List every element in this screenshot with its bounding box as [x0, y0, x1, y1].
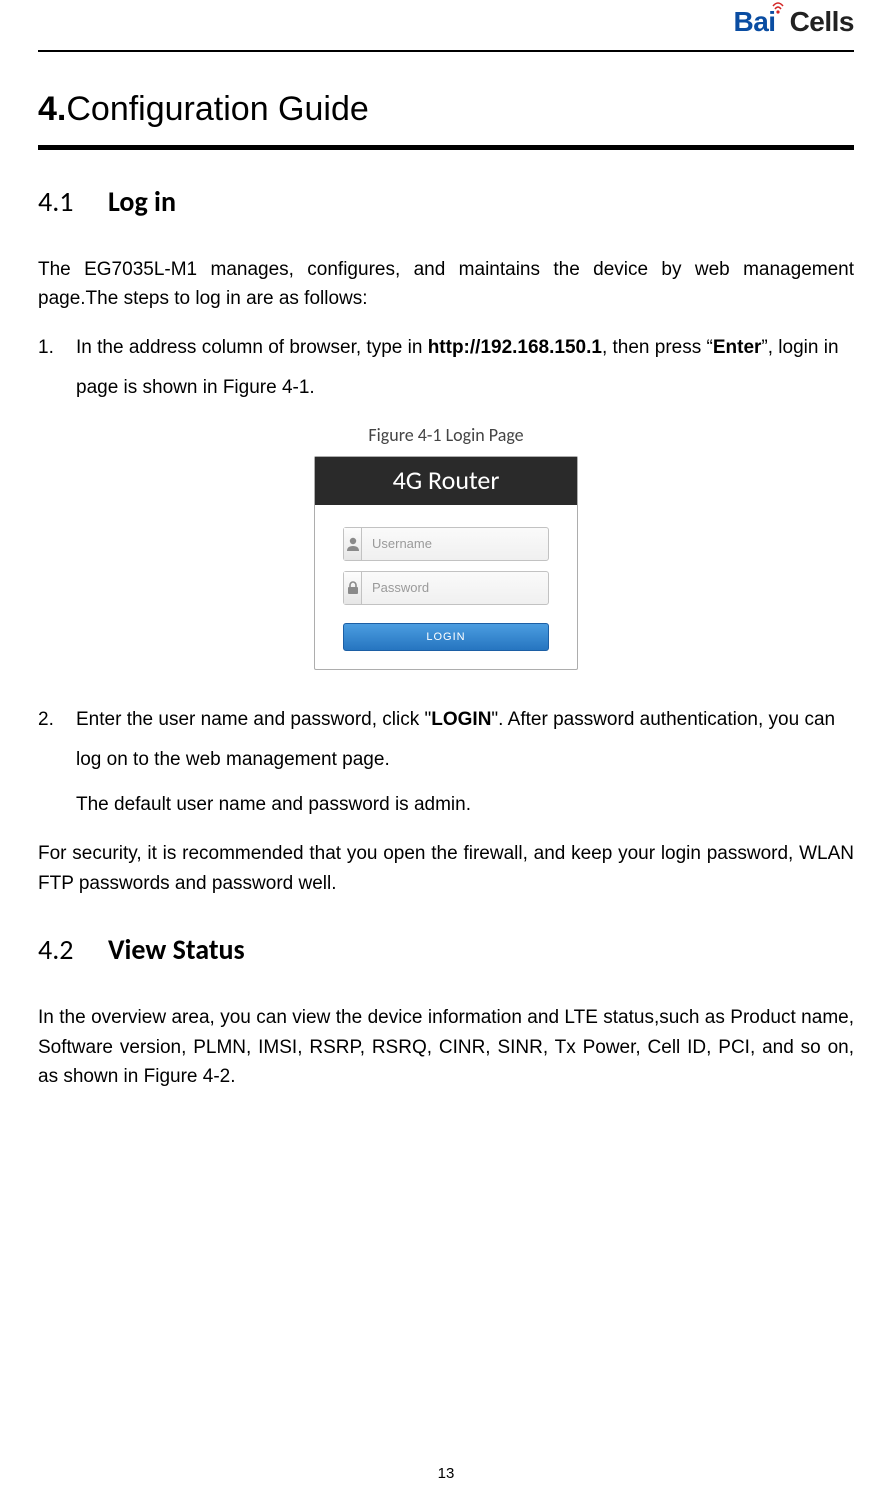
password-input[interactable]	[362, 572, 548, 604]
login-form: LOGIN	[315, 505, 577, 669]
login-button[interactable]: LOGIN	[343, 623, 549, 651]
step-text: Enter the user name and password, click …	[76, 709, 431, 730]
step-number: 1.	[38, 328, 76, 368]
login-figure: 4G Router LOGIN	[314, 456, 578, 670]
brand-logo: Bai Cells	[733, 6, 854, 38]
step-login-word: LOGIN	[431, 709, 491, 730]
step-2: 2.Enter the user name and password, clic…	[38, 700, 854, 780]
page-header: Bai Cells	[38, 0, 854, 52]
username-input[interactable]	[362, 528, 548, 560]
page-number: 13	[38, 1465, 854, 1482]
chapter-number: 4.	[38, 90, 66, 128]
step-key: Enter	[713, 337, 762, 358]
section-number: 4.1	[38, 184, 108, 219]
password-field[interactable]	[343, 571, 549, 605]
user-icon	[344, 528, 362, 560]
figure-caption: Figure 4-1 Login Page	[38, 424, 854, 446]
step-url: http://192.168.150.1	[428, 337, 602, 358]
heading-rule	[38, 145, 854, 150]
section-number: 4.2	[38, 932, 108, 967]
signal-icon	[772, 0, 790, 8]
section-heading-status: 4.2View Status	[38, 932, 854, 967]
section-heading-login: 4.1Log in	[38, 184, 854, 219]
chapter-heading: 4.Configuration Guide	[38, 90, 854, 129]
intro-paragraph: The EG7035L-M1 manages, configures, and …	[38, 255, 854, 314]
status-paragraph: In the overview area, you can view the d…	[38, 1003, 854, 1091]
logo-text-bai: Bai	[733, 6, 775, 37]
lock-icon	[344, 572, 362, 604]
step-number: 2.	[38, 700, 76, 740]
section-title: Log in	[108, 184, 176, 219]
logo-text-cells: Cells	[790, 6, 854, 37]
step-text: , then press “	[602, 337, 713, 358]
step-2-note: The default user name and password is ad…	[38, 785, 854, 825]
login-figure-title: 4G Router	[315, 457, 577, 505]
section-title: View Status	[108, 932, 245, 967]
chapter-title: Configuration Guide	[66, 90, 368, 128]
step-1: 1.In the address column of browser, type…	[38, 328, 854, 408]
security-note: For security, it is recommended that you…	[38, 839, 854, 898]
username-field[interactable]	[343, 527, 549, 561]
step-text: In the address column of browser, type i…	[76, 337, 428, 358]
